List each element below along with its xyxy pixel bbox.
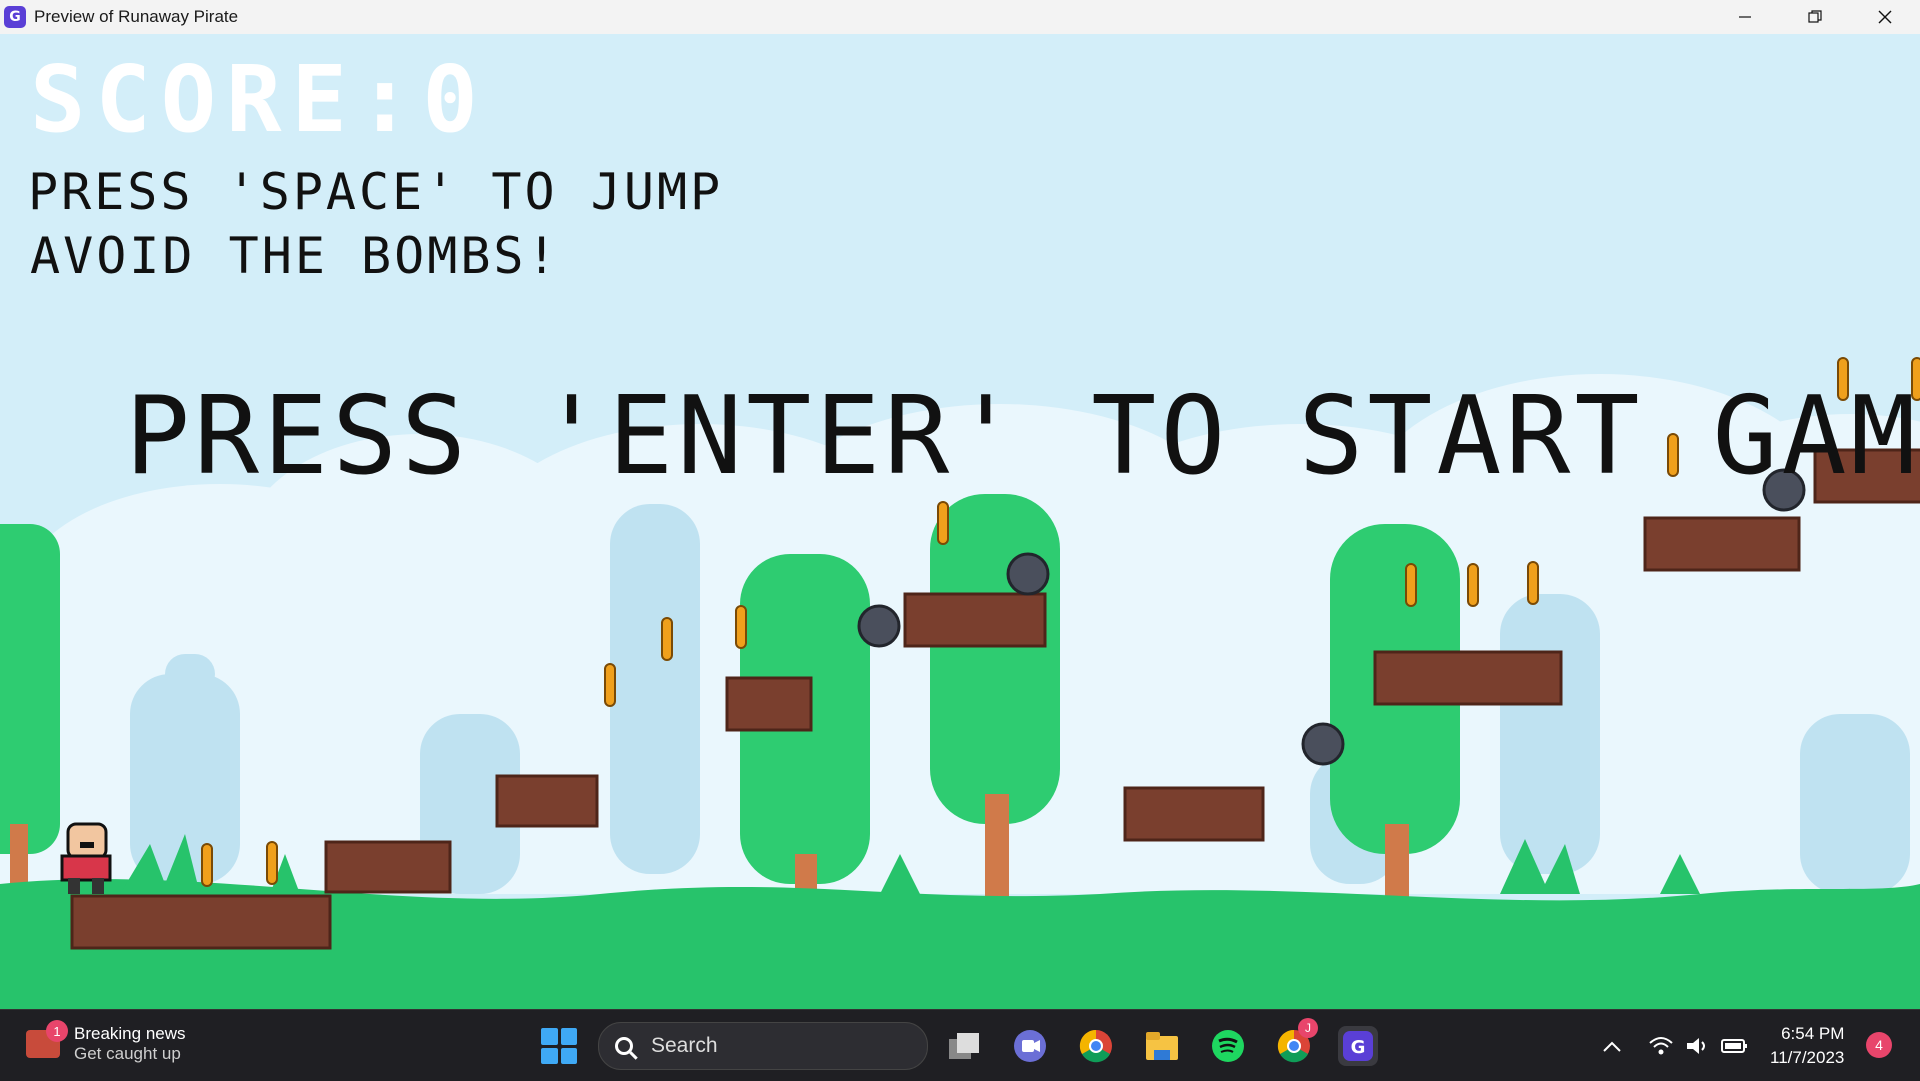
platform-coins [1373,650,1563,706]
start-button[interactable] [541,1028,577,1064]
window-controls [1710,0,1920,34]
gdevelop-icon[interactable]: G [1338,1026,1378,1066]
coin [1467,563,1479,607]
close-button[interactable] [1850,0,1920,34]
clock-date: 11/7/2023 [1770,1048,1845,1067]
svg-text:G: G [1351,1037,1366,1058]
minimize-button[interactable] [1710,0,1780,34]
coin [201,843,213,887]
score-display: SCORE:0 [30,46,488,153]
file-explorer-icon[interactable] [1142,1026,1182,1066]
taskbar-clock[interactable]: 6:54 PM 11/7/2023 [1770,1022,1844,1070]
platform-lower-right [1123,786,1265,842]
coin [937,501,949,545]
wifi-icon[interactable] [1648,1010,1674,1081]
chrome-profile-icon[interactable]: J [1274,1018,1318,1066]
news-widget[interactable]: 1 Breaking news Get caught up [26,1020,186,1064]
game-canvas[interactable]: SCORE:0 PRESS 'SPACE' TO JUMP AVOID THE … [0,34,1920,1009]
bomb [1006,552,1050,596]
news-badge: 1 [46,1020,68,1042]
coin [661,617,673,661]
coin [1405,563,1417,607]
search-placeholder: Search [651,1034,718,1057]
restore-button[interactable] [1780,0,1850,34]
close-icon [1878,10,1892,24]
taskbar-search[interactable]: Search [598,1022,928,1070]
platform-bomb [903,592,1047,648]
notification-badge[interactable]: 4 [1866,1032,1892,1058]
teams-icon[interactable] [1010,1026,1050,1066]
minimize-icon [1739,16,1751,18]
start-game-message: PRESS 'ENTER' TO START GAME [125,374,1920,499]
coin [735,605,747,649]
platform-high [1643,516,1801,572]
coin [266,841,278,885]
jump-hint: PRESS 'SPACE' TO JUMP [28,163,724,221]
tray-overflow-icon[interactable] [1602,1010,1622,1081]
platform-mid [495,774,599,828]
news-title: Breaking news [74,1024,186,1043]
volume-icon[interactable] [1685,1010,1711,1081]
restore-icon [1808,10,1822,23]
taskbar: 1 Breaking news Get caught up Search J G [0,1009,1920,1081]
avoid-bombs-hint: AVOID THE BOMBS! [30,227,560,285]
bomb [857,604,901,648]
bomb [1301,722,1345,766]
news-icon: 1 [26,1020,68,1058]
window-titlebar: G Preview of Runaway Pirate [0,0,1920,35]
chrome-icon[interactable] [1076,1026,1116,1066]
chrome-profile-badge: J [1298,1018,1318,1038]
search-icon [615,1037,633,1055]
news-subtitle: Get caught up [74,1044,181,1063]
spotify-icon[interactable] [1208,1026,1248,1066]
platform-ground [70,894,332,950]
task-view-icon[interactable] [945,1026,985,1066]
coin [1527,561,1539,605]
window-title: Preview of Runaway Pirate [34,7,239,26]
platform-small [725,676,813,732]
coin [604,663,616,707]
battery-icon[interactable] [1720,1010,1750,1081]
gdevelop-app-icon: G [4,6,26,28]
clock-time: 6:54 PM [1781,1024,1845,1043]
platform-low [324,840,452,894]
